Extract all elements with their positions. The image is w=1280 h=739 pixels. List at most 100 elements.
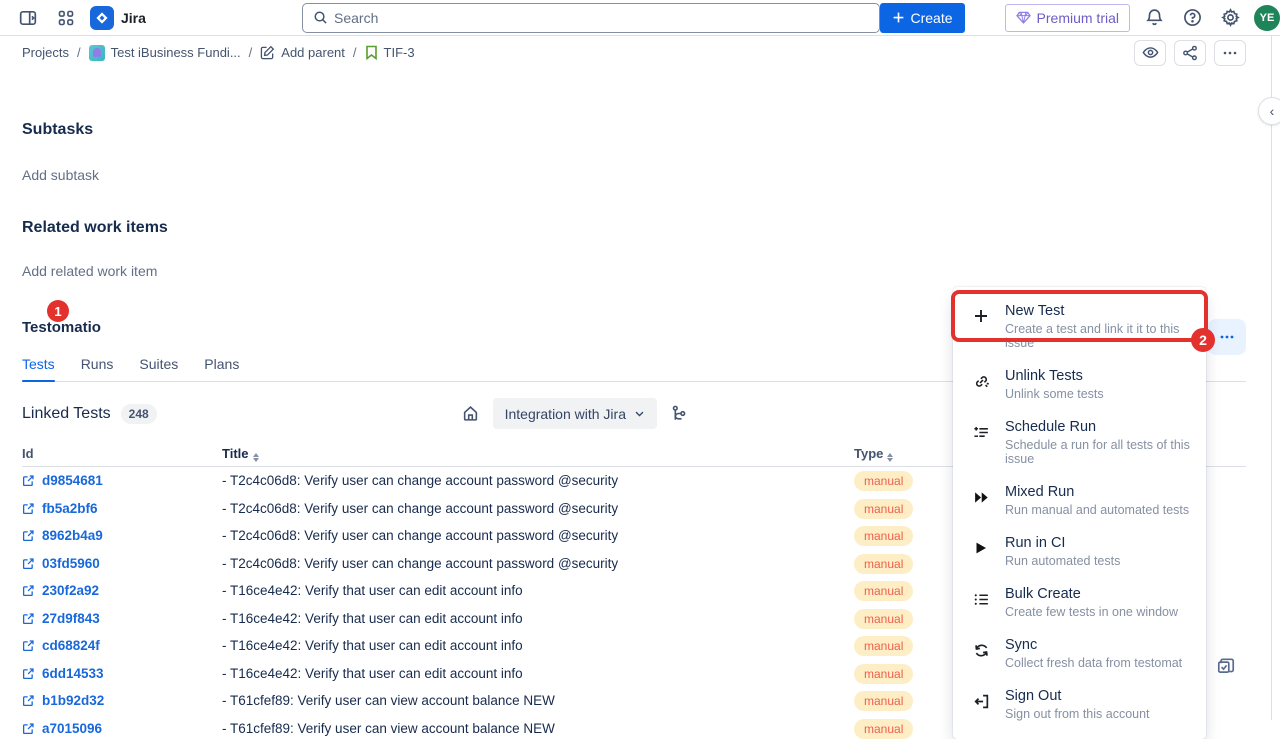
sidebar-toggle-icon[interactable] [14, 4, 42, 32]
breadcrumb-add-parent[interactable]: Add parent [260, 45, 345, 60]
test-id-link[interactable]: b1b92d32 [42, 693, 104, 708]
external-link-icon[interactable] [22, 667, 35, 680]
settings-gear-icon[interactable] [1216, 4, 1244, 32]
test-title: - T16ce4e42: Verify that user can edit a… [222, 638, 854, 653]
project-avatar [89, 45, 105, 61]
help-icon[interactable] [1178, 4, 1206, 32]
test-type-badge: manual [854, 719, 913, 739]
add-related-work-link[interactable]: Add related work item [22, 263, 1246, 279]
test-title: - T61cfef89: Verify user can view accoun… [222, 693, 854, 708]
user-avatar[interactable]: YE [1254, 5, 1280, 31]
app-switcher-icon[interactable] [52, 4, 80, 32]
external-link-icon[interactable] [22, 474, 35, 487]
test-title: - T2c4c06d8: Verify user can change acco… [222, 501, 854, 516]
external-link-icon[interactable] [22, 694, 35, 707]
test-id-link[interactable]: a7015096 [42, 721, 102, 736]
menu-item-label: Unlink Tests [1005, 368, 1104, 384]
breadcrumb-project[interactable]: Test iBusiness Fundi... [89, 45, 241, 61]
menu-item-schedule-run[interactable]: Schedule Run Schedule a run for all test… [953, 410, 1206, 475]
menu-item-description: Run manual and automated tests [1005, 503, 1189, 517]
multi-select-checkbox-icon[interactable] [1216, 656, 1236, 676]
test-id-link[interactable]: cd68824f [42, 638, 100, 653]
test-title: - T2c4c06d8: Verify user can change acco… [222, 473, 854, 488]
menu-item-description: Collect fresh data from testomat [1005, 656, 1182, 670]
breadcrumb-project-label: Test iBusiness Fundi... [111, 45, 241, 60]
add-subtask-link[interactable]: Add subtask [22, 167, 1246, 183]
tab-plans[interactable]: Plans [204, 350, 239, 381]
search-input[interactable] [334, 10, 869, 26]
test-type-badge: manual [854, 664, 913, 684]
breadcrumb-add-parent-label: Add parent [281, 45, 345, 60]
breadcrumb-issue-label: TIF-3 [384, 45, 415, 60]
external-link-icon[interactable] [22, 639, 35, 652]
test-type-badge: manual [854, 499, 913, 519]
test-title: - T2c4c06d8: Verify user can change acco… [222, 528, 854, 543]
breadcrumb-issue[interactable]: TIF-3 [365, 45, 415, 60]
menu-item-label: Mixed Run [1005, 484, 1189, 500]
test-title: - T16ce4e42: Verify that user can edit a… [222, 666, 854, 681]
test-id-link[interactable]: fb5a2bf6 [42, 501, 98, 516]
annotation-step-1: 1 [47, 300, 69, 322]
collapse-panel-button[interactable]: ‹ [1258, 97, 1280, 125]
external-link-icon[interactable] [22, 557, 35, 570]
unlink-icon [973, 373, 991, 390]
test-title: - T16ce4e42: Verify that user can edit a… [222, 611, 854, 626]
top-navigation: Jira Create Premium trial [0, 0, 1280, 36]
create-button[interactable]: Create [880, 3, 965, 33]
breadcrumb: Projects / Test iBusiness Fundi... / Add… [0, 36, 1280, 69]
bookmark-icon [365, 45, 378, 60]
menu-item-sync[interactable]: Sync Collect fresh data from testomat [953, 628, 1206, 679]
menu-item-mixed-run[interactable]: Mixed Run Run manual and automated tests [953, 475, 1206, 526]
home-icon[interactable] [462, 405, 479, 422]
tab-suites[interactable]: Suites [139, 350, 178, 381]
menu-item-label: Bulk Create [1005, 586, 1178, 602]
menu-item-label: Schedule Run [1005, 419, 1192, 435]
external-link-icon[interactable] [22, 502, 35, 515]
external-link-icon[interactable] [22, 529, 35, 542]
sort-icon [253, 453, 259, 462]
notifications-icon[interactable] [1140, 4, 1168, 32]
menu-item-description: Create a test and link it it to this iss… [1005, 322, 1192, 350]
menu-item-unlink-tests[interactable]: Unlink Tests Unlink some tests [953, 359, 1206, 410]
menu-item-new-test[interactable]: New Test Create a test and link it it to… [953, 294, 1206, 359]
tab-runs[interactable]: Runs [81, 350, 114, 381]
menu-item-run-in-ci[interactable]: Run in CI Run automated tests [953, 526, 1206, 577]
create-button-label: Create [911, 10, 953, 26]
plus-icon [973, 308, 991, 324]
menu-item-sign-out[interactable]: Sign Out Sign out from this account [953, 679, 1206, 730]
test-id-link[interactable]: 230f2a92 [42, 583, 99, 598]
external-link-icon[interactable] [22, 612, 35, 625]
menu-item-label: Run in CI [1005, 535, 1120, 551]
watch-eye-button[interactable] [1134, 40, 1166, 66]
jira-logo-icon [90, 6, 114, 30]
premium-trial-button[interactable]: Premium trial [1005, 4, 1130, 32]
test-title: - T16ce4e42: Verify that user can edit a… [222, 583, 854, 598]
jira-home-link[interactable]: Jira [90, 6, 146, 30]
more-actions-button[interactable] [1214, 40, 1246, 66]
menu-item-bulk-create[interactable]: Bulk Create Create few tests in one wind… [953, 577, 1206, 628]
test-id-link[interactable]: 8962b4a9 [42, 528, 103, 543]
git-branch-icon[interactable] [671, 405, 686, 422]
global-search[interactable] [302, 3, 880, 33]
breadcrumb-projects[interactable]: Projects [22, 45, 69, 60]
tab-tests[interactable]: Tests [22, 350, 55, 381]
test-type-badge: manual [854, 636, 913, 656]
branch-filter-select[interactable]: Integration with Jira [493, 398, 657, 429]
test-type-badge: manual [854, 554, 913, 574]
related-work-heading: Related work items [22, 219, 1246, 237]
test-id-link[interactable]: 6dd14533 [42, 666, 104, 681]
external-link-icon[interactable] [22, 584, 35, 597]
test-type-badge: manual [854, 691, 913, 711]
external-link-icon[interactable] [22, 722, 35, 735]
test-id-link[interactable]: 03fd5960 [42, 556, 100, 571]
edit-icon [260, 45, 275, 60]
menu-item-label: Sync [1005, 637, 1182, 653]
sort-icon [887, 453, 893, 462]
test-id-link[interactable]: d9854681 [42, 473, 103, 488]
column-header-title[interactable]: Title [222, 446, 854, 462]
test-id-link[interactable]: 27d9f843 [42, 611, 100, 626]
menu-item-description: Create few tests in one window [1005, 605, 1178, 619]
app-title: Jira [121, 10, 146, 26]
tests-actions-menu: New Test Create a test and link it it to… [953, 287, 1206, 739]
share-button[interactable] [1174, 40, 1206, 66]
